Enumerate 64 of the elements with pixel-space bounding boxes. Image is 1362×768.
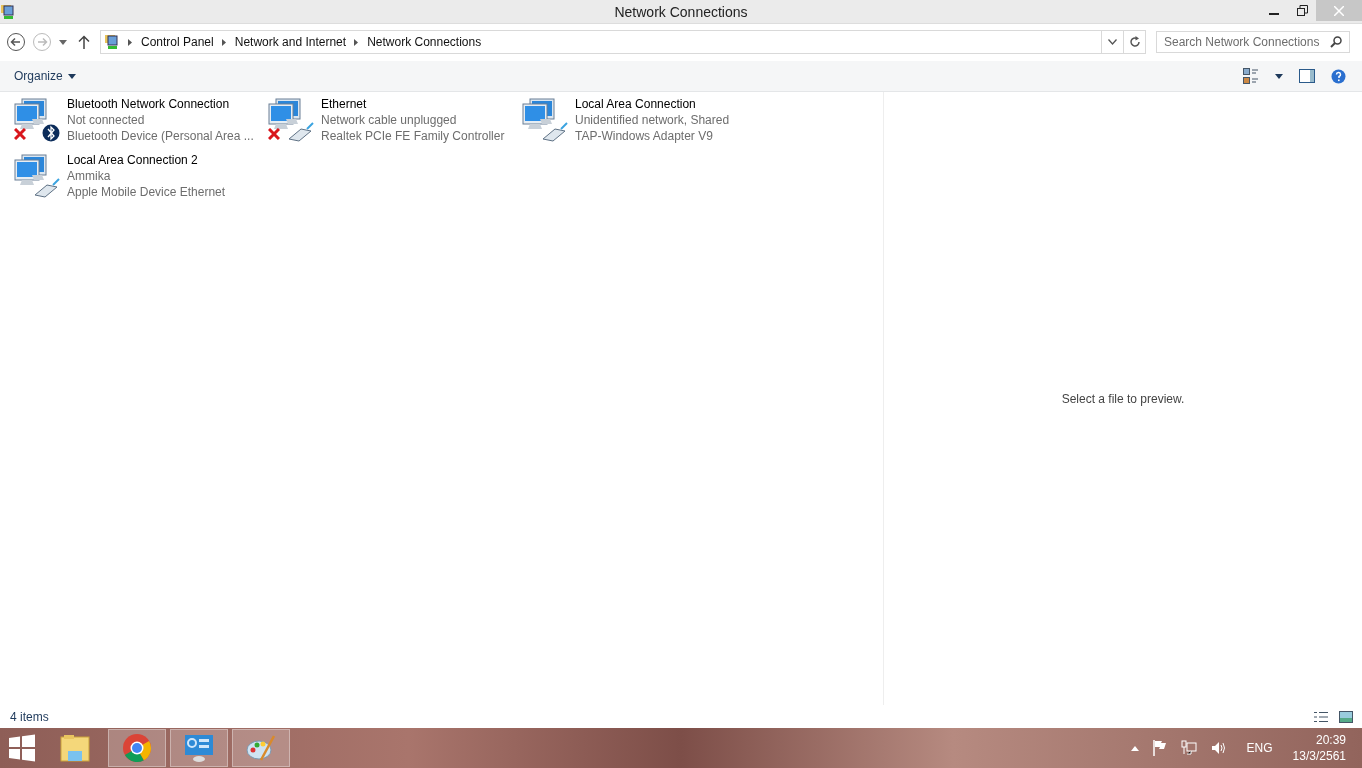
computers-icon xyxy=(14,98,48,132)
device-name: Bluetooth Device (Personal Area ... xyxy=(67,128,254,144)
network-cable-icon xyxy=(542,122,568,142)
clock-date[interactable]: 13/3/2561 xyxy=(1292,748,1346,764)
paint-palette-icon xyxy=(245,733,277,763)
window-title: Network Connections xyxy=(614,3,748,20)
connection-name[interactable]: Ethernet xyxy=(321,96,505,112)
connection-name[interactable]: Bluetooth Network Connection xyxy=(67,96,254,112)
details-list-icon xyxy=(1314,710,1328,723)
network-icon[interactable] xyxy=(1180,740,1197,756)
network-folder-icon xyxy=(104,34,120,50)
connection-status: Unidentified network, Shared xyxy=(575,112,730,128)
device-name: TAP-Windows Adapter V9 xyxy=(575,128,714,144)
minimize-icon xyxy=(1269,12,1279,15)
item-count: 4 items xyxy=(10,709,49,724)
search-icon xyxy=(1330,36,1342,48)
picture-icon xyxy=(1339,710,1353,723)
connection-name[interactable]: Local Area Connection 2 xyxy=(67,152,226,168)
network-folder-icon xyxy=(1,3,15,20)
up-arrow-icon xyxy=(78,35,90,49)
monitor-icon xyxy=(183,733,215,763)
input-language-indicator[interactable]: ENG xyxy=(1246,741,1273,755)
speaker-icon[interactable] xyxy=(1210,741,1227,755)
caret-icon xyxy=(1275,73,1283,79)
breadcrumb-item[interactable]: Control Panel xyxy=(141,35,214,49)
browser-app-button[interactable] xyxy=(108,729,166,767)
folder-icon xyxy=(59,733,91,763)
search-field[interactable]: Search Network Connections xyxy=(1156,31,1350,53)
breadcrumb-item[interactable]: Network Connections xyxy=(367,35,482,49)
chevron-icon xyxy=(354,38,359,46)
help-icon xyxy=(1331,68,1346,84)
organize-menu[interactable]: Organize xyxy=(14,69,76,83)
chevron-icon xyxy=(128,38,132,46)
preview-message: Select a file to preview. xyxy=(1061,391,1185,406)
connection-name[interactable]: Local Area Connection xyxy=(575,96,730,112)
clock-time[interactable]: 20:39 xyxy=(1315,732,1346,748)
network-cable-icon xyxy=(34,178,60,198)
browser-logo-icon xyxy=(122,733,152,763)
address-bar[interactable]: Control Panel Network and Internet Network Connections xyxy=(100,30,1146,54)
caret-icon xyxy=(59,39,67,45)
refresh-icon xyxy=(1128,36,1141,48)
monitor-app-button[interactable] xyxy=(170,729,228,767)
computers-icon xyxy=(14,154,48,188)
network-cable-icon xyxy=(288,122,314,142)
flag-icon[interactable] xyxy=(1152,740,1167,756)
connection-status: Not connected xyxy=(67,112,146,128)
back-button[interactable] xyxy=(4,30,28,54)
chevron-down-icon xyxy=(1108,39,1117,45)
caret-icon xyxy=(67,73,76,79)
restore-icon xyxy=(1296,5,1308,16)
connection-status: Ammika xyxy=(67,168,112,184)
device-name: Apple Mobile Device Ethernet xyxy=(67,184,226,200)
windows-logo-icon xyxy=(8,734,36,762)
connection-status: Network cable unplugged xyxy=(321,112,458,128)
show-hidden-icons-icon[interactable] xyxy=(1130,745,1139,751)
view-list-icon xyxy=(1243,68,1259,84)
bluetooth-icon xyxy=(42,124,60,142)
chevron-icon xyxy=(221,38,226,46)
breadcrumb-item[interactable]: Network and Internet xyxy=(234,35,347,49)
computers-icon xyxy=(522,98,556,132)
device-name: Realtek PCIe FE Family Controller xyxy=(321,128,505,144)
computers-icon xyxy=(268,98,302,132)
close-icon xyxy=(1334,5,1344,16)
pane-icon xyxy=(1299,69,1315,83)
